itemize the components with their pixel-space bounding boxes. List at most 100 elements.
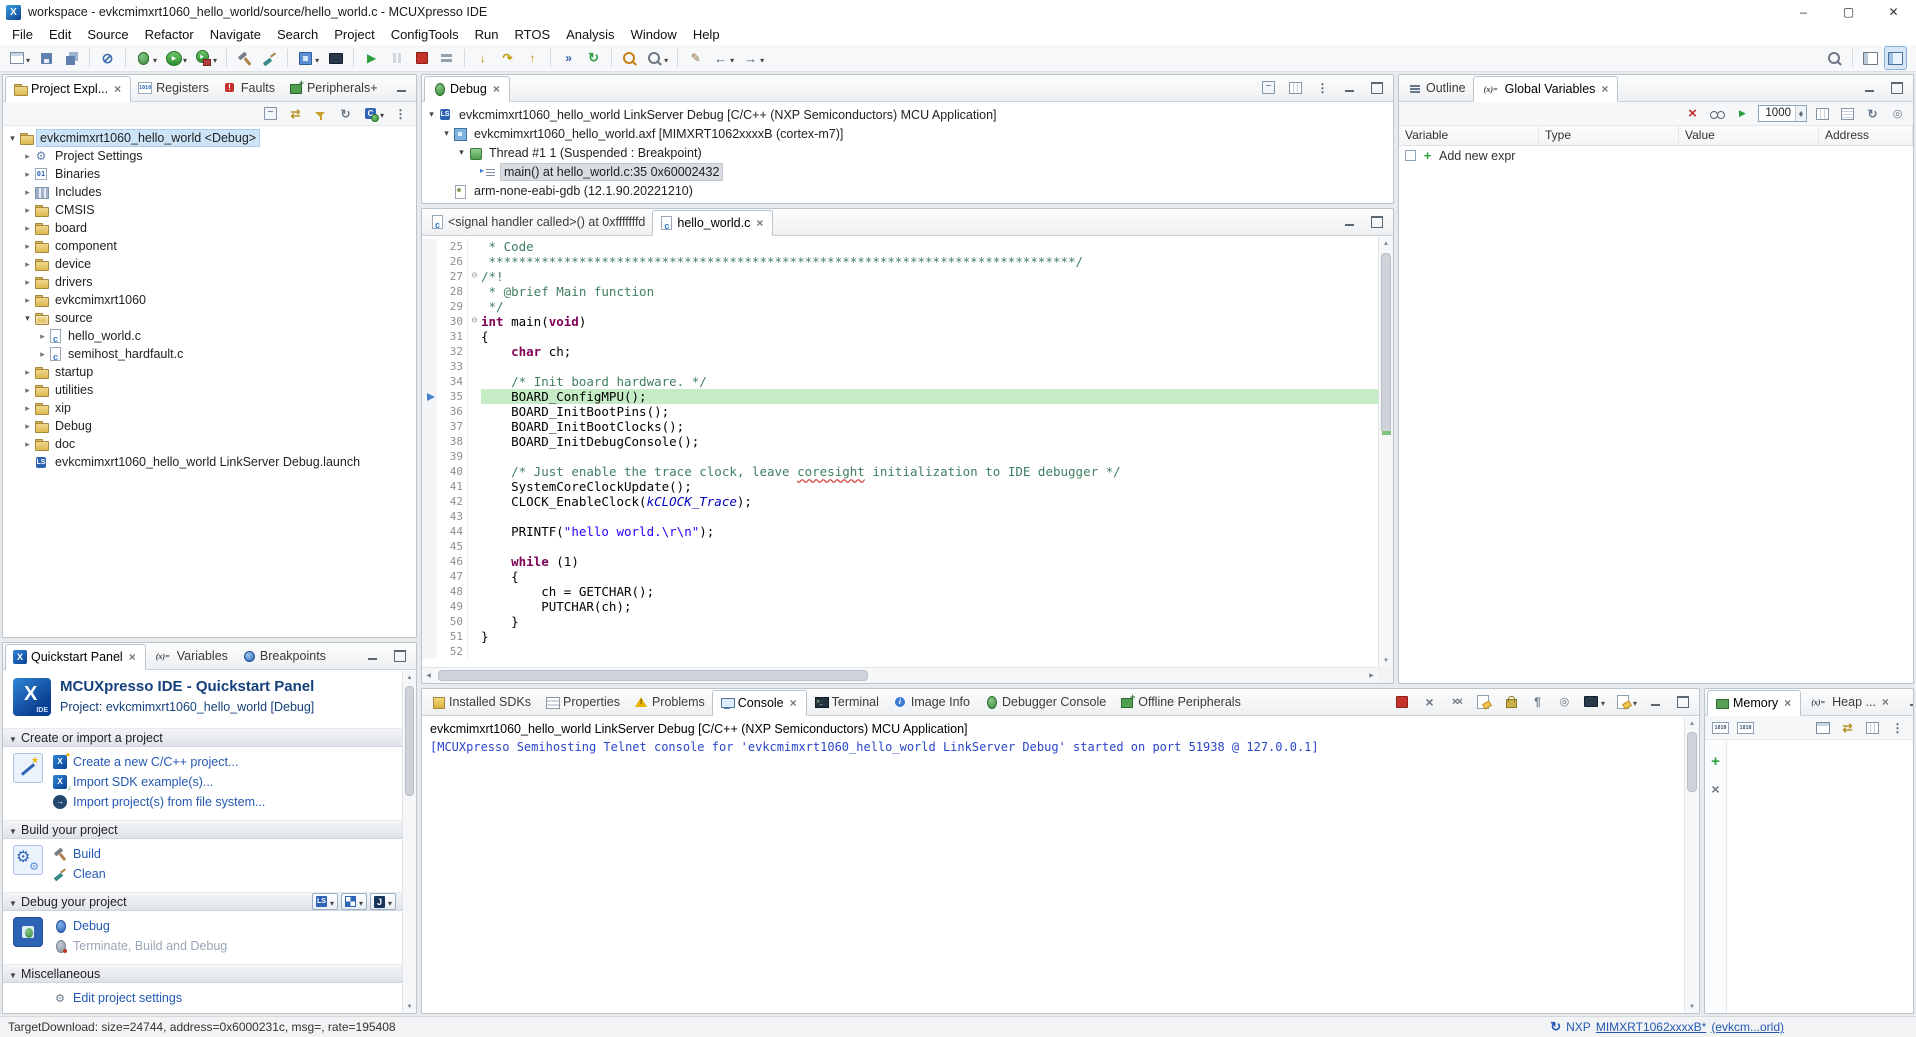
expand-arrow-icon[interactable] — [36, 349, 49, 360]
section-header-debug-your-project[interactable]: Debug your project — [3, 892, 402, 911]
globals-tab-global-variables[interactable]: Global Variables — [1473, 76, 1619, 102]
spinner-down-icon[interactable] — [1796, 114, 1806, 122]
build-active-configuration-icon[interactable] — [359, 102, 387, 126]
remove-memory-monitor-icon[interactable] — [1704, 777, 1727, 801]
link-import-sdk-example-s[interactable]: Import SDK example(s)... — [53, 774, 265, 790]
new-icon[interactable] — [5, 46, 33, 70]
ide-terminal-icon[interactable] — [324, 46, 347, 70]
expand-arrow-icon[interactable] — [21, 439, 34, 450]
scroll-right-icon[interactable] — [1365, 668, 1378, 683]
link-build[interactable]: Build — [53, 846, 106, 862]
quickstart-tab-variables[interactable]: Variables — [146, 643, 235, 669]
live-update-icon[interactable] — [1731, 102, 1754, 126]
minimize-icon[interactable] — [1338, 210, 1361, 234]
close-icon[interactable] — [1782, 696, 1793, 710]
debug-item-arm-none-eabi-gdb-12-1-90-20221210[interactable]: arm-none-eabi-gdb (12.1.90.20221210) — [422, 181, 1393, 200]
debug-item-evkcmimxrt1060-hello-world-linkserver-debu[interactable]: evkcmimxrt1060_hello_world LinkServer De… — [422, 105, 1393, 124]
project-item-startup[interactable]: startup — [3, 363, 416, 381]
view-menu-icon[interactable] — [389, 102, 412, 126]
expand-arrow-icon[interactable] — [21, 223, 34, 234]
close-icon[interactable] — [491, 82, 502, 96]
column-header-type[interactable]: Type — [1539, 126, 1679, 145]
resume-icon[interactable] — [360, 46, 383, 70]
column-header-address[interactable]: Address — [1819, 126, 1913, 145]
menu-help[interactable]: Help — [685, 24, 728, 45]
console-tab-console[interactable]: Console — [712, 690, 807, 716]
probe-ls-button[interactable] — [312, 893, 338, 910]
menu-window[interactable]: Window — [623, 24, 685, 45]
menu-project[interactable]: Project — [326, 24, 382, 45]
expand-arrow-icon[interactable] — [21, 295, 34, 306]
minimize-icon[interactable] — [390, 76, 413, 100]
section-header-miscellaneous[interactable]: Miscellaneous — [3, 964, 402, 983]
link-debug[interactable]: Debug — [53, 918, 227, 934]
globals-tab-outline[interactable]: Outline — [1401, 75, 1473, 101]
scroll-down-icon[interactable] — [1685, 1000, 1699, 1013]
minimize-icon[interactable] — [1644, 690, 1667, 714]
menu-edit[interactable]: Edit — [41, 24, 79, 45]
add-new-expr-label[interactable]: Add new expr — [1439, 149, 1515, 163]
minimize-icon[interactable] — [1903, 690, 1914, 714]
maximize-icon[interactable] — [1671, 690, 1694, 714]
menu-rtos[interactable]: RTOS — [506, 24, 558, 45]
save-all-icon[interactable] — [60, 46, 83, 70]
skip-all-breakpoints-icon[interactable] — [96, 46, 119, 70]
refresh-icon[interactable] — [334, 102, 357, 126]
maximize-icon[interactable] — [417, 76, 418, 100]
editor-horizontal-scrollbar[interactable] — [422, 667, 1378, 683]
add-expression-row[interactable]: Add new expr — [1399, 146, 1913, 165]
scroll-left-icon[interactable] — [422, 668, 435, 683]
terminate-icon[interactable] — [410, 46, 433, 70]
toggle-split-icon[interactable] — [1861, 716, 1884, 740]
pin-console-icon[interactable] — [1553, 690, 1576, 714]
memory-monitor-1-icon[interactable] — [1709, 716, 1732, 740]
minimize-button[interactable]: – — [1781, 0, 1826, 24]
close-icon[interactable] — [127, 650, 138, 664]
instruction-stepping-icon[interactable] — [557, 46, 580, 70]
expand-arrow-icon[interactable] — [21, 367, 34, 378]
step-into-icon[interactable] — [471, 46, 494, 70]
disconnect-icon[interactable] — [435, 46, 458, 70]
select-checkbox[interactable] — [1405, 150, 1416, 161]
project-item-cmsis[interactable]: CMSIS — [3, 201, 416, 219]
project-item-binaries[interactable]: Binaries — [3, 165, 416, 183]
scroll-lock-icon[interactable] — [1499, 690, 1522, 714]
project-item-project-settings[interactable]: Project Settings — [3, 147, 416, 165]
expand-arrow-icon[interactable] — [21, 421, 34, 432]
menu-refactor[interactable]: Refactor — [137, 24, 202, 45]
expand-arrow-icon[interactable] — [36, 331, 49, 342]
edit-expression-icon[interactable] — [1706, 102, 1729, 126]
forward-icon[interactable] — [739, 46, 767, 70]
project-item-evkcmimxrt1060-hello-world-linkserver-debu[interactable]: evkcmimxrt1060_hello_world LinkServer De… — [3, 453, 416, 471]
close-icon[interactable] — [1599, 82, 1610, 96]
expand-arrow-icon[interactable] — [21, 241, 34, 252]
console-tab-offline-peripherals[interactable]: Offline Peripherals — [1113, 689, 1248, 715]
remove-all-terminated-icon[interactable] — [1445, 690, 1468, 714]
expand-arrow-icon[interactable] — [21, 259, 34, 270]
scroll-up-icon[interactable] — [1685, 717, 1699, 730]
debug-view-layout-icon[interactable] — [1284, 76, 1307, 100]
project-item-debug[interactable]: Debug — [3, 417, 416, 435]
update-interval-spinner[interactable]: 1000 — [1758, 105, 1807, 122]
step-over-icon[interactable] — [496, 46, 519, 70]
gui-flash-tool-icon[interactable] — [294, 46, 322, 70]
maximize-icon[interactable] — [1365, 210, 1388, 234]
show-columns-icon[interactable] — [1811, 102, 1834, 126]
maximize-icon[interactable] — [1885, 76, 1908, 100]
debug-perspective-icon[interactable] — [1884, 46, 1907, 70]
console-scrollbar[interactable] — [1684, 717, 1699, 1013]
section-header-create-or-import-a-project[interactable]: Create or import a project — [3, 728, 402, 747]
project-item-evkcmimxrt1060-hello-world-debug[interactable]: evkcmimxrt1060_hello_world <Debug> — [3, 129, 416, 147]
view-menu-icon[interactable] — [1311, 76, 1334, 100]
minimize-icon[interactable] — [1338, 76, 1361, 100]
editor-vertical-scrollbar[interactable] — [1378, 237, 1393, 667]
console-tab-installed-sdks[interactable]: Installed SDKs — [424, 689, 538, 715]
restart-icon[interactable] — [582, 46, 605, 70]
console-tab-image-info[interactable]: Image Info — [886, 689, 977, 715]
project-item-device[interactable]: device — [3, 255, 416, 273]
column-header-value[interactable]: Value — [1679, 126, 1819, 145]
terminate-icon[interactable] — [1391, 690, 1414, 714]
tree-mode-icon[interactable] — [1836, 102, 1859, 126]
open-perspective-icon[interactable] — [1859, 46, 1882, 70]
debug-item-thread-1-1-suspended-breakpoint[interactable]: Thread #1 1 (Suspended : Breakpoint) — [422, 143, 1393, 162]
